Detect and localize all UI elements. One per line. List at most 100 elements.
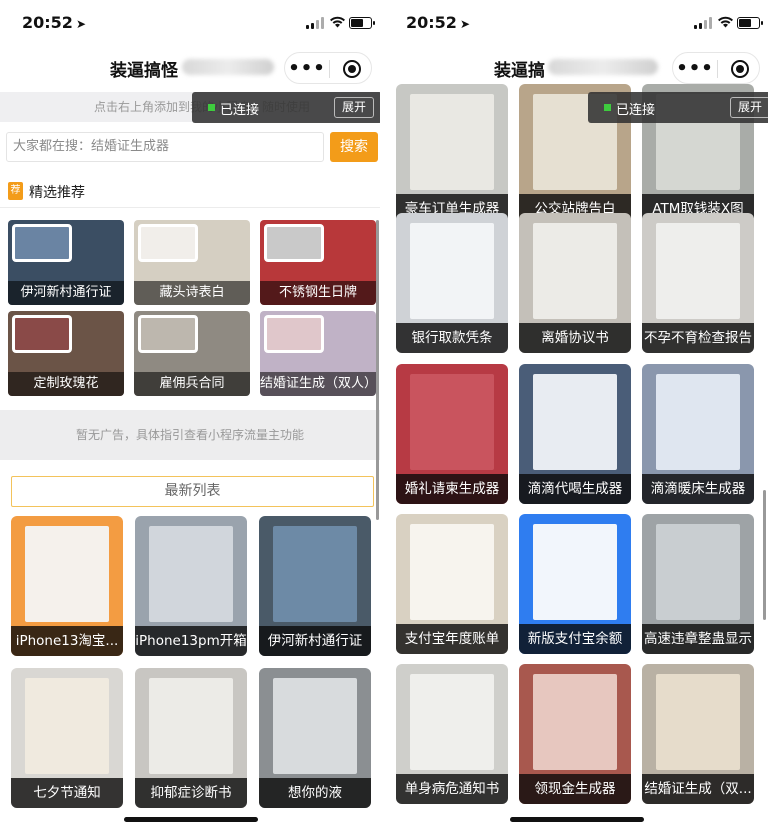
scrollbar[interactable] — [376, 220, 379, 520]
card-label: 滴滴代喝生成器 — [519, 474, 631, 504]
status-time: 20:52 ➤ — [406, 13, 470, 32]
featured-item[interactable]: 结婚证生成（双人） — [260, 311, 376, 396]
template-card[interactable]: 豪车订单生成器 — [396, 84, 508, 224]
ad-placeholder: 暂无广告，具体指引查看小程序流量主功能 — [0, 410, 380, 460]
featured-item-label: 定制玫瑰花 — [8, 372, 124, 396]
card-label: 银行取款凭条 — [396, 323, 508, 353]
cellular-signal-icon — [306, 17, 324, 29]
card-label: 单身病危通知书 — [396, 774, 508, 804]
more-dots-icon[interactable]: ••• — [285, 58, 329, 79]
card-image — [273, 678, 357, 774]
template-card[interactable]: 滴滴暖床生成器 — [642, 364, 754, 504]
blurred-title-region — [548, 59, 658, 75]
card-label: iPhone13淘宝... — [11, 626, 123, 656]
template-card[interactable]: 新版支付宝余额 — [519, 514, 631, 654]
card-label: 七夕节通知 — [11, 778, 123, 808]
mini-program-capsule: ••• — [284, 52, 372, 84]
card-image — [533, 374, 617, 470]
card-image — [656, 674, 740, 770]
featured-item-label: 雇佣兵合同 — [134, 372, 250, 396]
card-image — [533, 524, 617, 620]
connected-label: 已连接 — [220, 103, 260, 118]
card-label: 不孕不育检查报告 — [642, 323, 754, 353]
card-label: 想你的液 — [259, 778, 371, 808]
phone-screen-left: 20:52➤ 装逼搞怪 ••• 点击右上角添加到我的小程序，随时使用 已连接 展… — [0, 0, 380, 830]
featured-item-label: 伊河新村通行证 — [8, 281, 124, 305]
mini-program-capsule: ••• — [672, 52, 760, 84]
battery-icon — [737, 17, 763, 29]
wifi-icon — [330, 16, 345, 28]
card-label: 伊河新村通行证 — [259, 626, 371, 656]
clock-text: 20:52 — [406, 13, 457, 32]
card-label: 支付宝年度账单 — [396, 624, 508, 654]
featured-thumbnail — [138, 224, 198, 262]
featured-item[interactable]: 不锈钢生日牌 — [260, 220, 376, 305]
connected-status-dot — [208, 104, 215, 111]
template-card[interactable]: 滴滴代喝生成器 — [519, 364, 631, 504]
card-image — [25, 526, 109, 622]
template-card[interactable]: 七夕节通知 — [11, 668, 123, 808]
featured-item[interactable]: 雇佣兵合同 — [134, 311, 250, 396]
scrollbar[interactable] — [763, 490, 766, 620]
blurred-title-region — [182, 59, 274, 75]
connected-status-dot — [604, 104, 611, 111]
template-card[interactable]: 单身病危通知书 — [396, 664, 508, 804]
expand-button[interactable]: 展开 — [729, 97, 768, 118]
template-card[interactable]: 离婚协议书 — [519, 213, 631, 353]
cellular-signal-icon — [694, 17, 712, 29]
status-bar: 20:52 ➤ — [0, 0, 380, 44]
featured-item-label: 结婚证生成（双人） — [260, 372, 376, 396]
close-target-icon[interactable] — [731, 60, 749, 78]
template-card[interactable]: 婚礼请柬生成器 — [396, 364, 508, 504]
card-image — [656, 374, 740, 470]
search-input[interactable]: 大家都在搜：结婚证生成器 — [6, 132, 324, 162]
expand-button[interactable]: 展开 — [333, 97, 374, 118]
capsule-divider — [329, 60, 330, 78]
status-bar: 20:52 ➤ — [388, 0, 768, 44]
card-image — [656, 524, 740, 620]
nav-bar: 装逼搞怪 ••• — [0, 44, 380, 90]
latest-list-header: 最新列表 — [11, 476, 374, 507]
card-image — [273, 526, 357, 622]
template-card[interactable]: 抑郁症诊断书 — [135, 668, 247, 808]
template-card[interactable]: 支付宝年度账单 — [396, 514, 508, 654]
card-label: 离婚协议书 — [519, 323, 631, 353]
more-dots-icon[interactable]: ••• — [673, 58, 717, 79]
template-card[interactable]: 结婚证生成（双... — [642, 664, 754, 804]
card-label: 新版支付宝余额 — [519, 624, 631, 654]
featured-thumbnail — [12, 315, 72, 353]
featured-thumbnail — [264, 315, 324, 353]
featured-item[interactable]: 定制玫瑰花 — [8, 311, 124, 396]
card-image — [410, 524, 494, 620]
recommend-tag-icon: 荐 — [8, 182, 23, 200]
connected-overlay: 已连接 展开 — [192, 92, 380, 123]
featured-thumbnail — [264, 224, 324, 262]
template-card[interactable]: 领现金生成器 — [519, 664, 631, 804]
card-image — [656, 223, 740, 319]
search-button[interactable]: 搜索 — [330, 132, 378, 162]
divider — [0, 207, 380, 208]
template-card[interactable]: iPhone13pm开箱 — [135, 516, 247, 656]
template-card[interactable]: 想你的液 — [259, 668, 371, 808]
close-target-icon[interactable] — [343, 60, 361, 78]
screenshot-stage: 20:52➤ 装逼搞怪 ••• 点击右上角添加到我的小程序，随时使用 已连接 展… — [0, 0, 768, 830]
battery-icon — [349, 17, 375, 29]
card-image — [410, 674, 494, 770]
template-card[interactable]: 高速违章整蛊显示 — [642, 514, 754, 654]
home-indicator — [510, 817, 644, 822]
featured-item[interactable]: 藏头诗表白 — [134, 220, 250, 305]
card-image — [410, 223, 494, 319]
connected-overlay: 已连接 展开 — [588, 92, 768, 123]
featured-thumbnail — [12, 224, 72, 262]
app-title: 装逼搞怪 — [110, 61, 178, 81]
location-arrow-icon: ➤ — [75, 17, 86, 31]
template-card[interactable]: iPhone13淘宝... — [11, 516, 123, 656]
app-title: 装逼搞 — [494, 61, 545, 81]
card-label: 滴滴暖床生成器 — [642, 474, 754, 504]
template-card[interactable]: 不孕不育检查报告 — [642, 213, 754, 353]
card-label: iPhone13pm开箱 — [135, 626, 247, 656]
template-card[interactable]: 银行取款凭条 — [396, 213, 508, 353]
home-indicator — [124, 817, 258, 822]
template-card[interactable]: 伊河新村通行证 — [259, 516, 371, 656]
featured-item[interactable]: 伊河新村通行证 — [8, 220, 124, 305]
